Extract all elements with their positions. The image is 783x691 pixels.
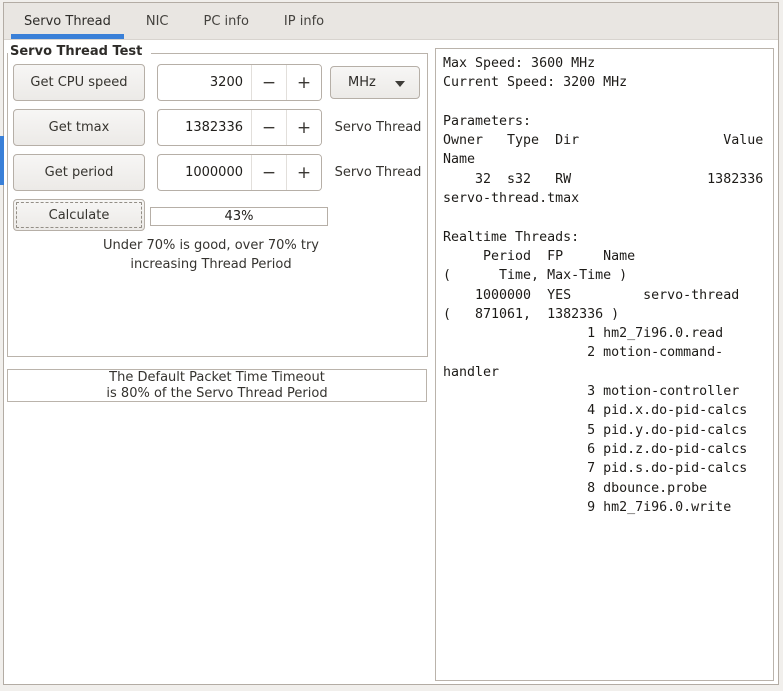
notebook: Servo Thread NIC PC info IP info Servo T…	[3, 2, 779, 685]
cpu-speed-decrement-button[interactable]: −	[251, 65, 286, 100]
cpu-speed-spinbox: 3200 − +	[157, 64, 322, 101]
output-line: 7 pid.s.do-pid-calcs	[443, 461, 748, 477]
load-hint-text: Under 70% is good, over 70% try increasi…	[7, 236, 415, 274]
speed-unit-value: MHz	[348, 75, 376, 90]
output-line: 9 hm2_7i96.0.write	[443, 499, 732, 515]
load-percent-value: 43%	[224, 209, 254, 224]
output-line: Name	[443, 152, 476, 168]
get-period-button-label: Get period	[44, 165, 114, 180]
load-percent-field: 43%	[150, 207, 328, 226]
minus-icon: −	[261, 72, 277, 93]
get-tmax-button[interactable]: Get tmax	[13, 109, 145, 146]
period-input[interactable]: 1000000	[158, 155, 251, 190]
tab-pc-info[interactable]: PC info	[190, 3, 261, 39]
tmax-thread-label: Servo Thread	[334, 120, 422, 135]
packet-timeout-line2: is 80% of the Servo Thread Period	[106, 385, 328, 401]
cpu-speed-input[interactable]: 3200	[158, 65, 251, 100]
tab-ip-info[interactable]: IP info	[271, 3, 337, 39]
output-line: Max Speed: 3600 MHz	[443, 56, 596, 71]
packet-timeout-frame: The Default Packet Time Timeout is 80% o…	[7, 369, 427, 402]
plus-icon: +	[296, 162, 312, 183]
packet-timeout-line1: The Default Packet Time Timeout	[109, 369, 325, 385]
get-tmax-button-label: Get tmax	[48, 120, 110, 135]
chevron-down-icon	[395, 80, 405, 87]
tab-servo-thread-label: Servo Thread	[24, 13, 111, 29]
plus-icon: +	[296, 117, 312, 138]
load-hint-line1: Under 70% is good, over 70% try	[103, 238, 319, 253]
output-line: Current Speed: 3200 MHz	[443, 75, 628, 91]
output-line: Realtime Threads:	[443, 229, 580, 245]
tab-nic[interactable]: NIC	[133, 3, 182, 39]
output-line: servo-thread.tmax	[443, 191, 580, 207]
period-thread-label: Servo Thread	[334, 165, 422, 180]
output-line: 3 motion-controller	[443, 384, 740, 400]
output-line: Parameters:	[443, 113, 532, 129]
tmax-input[interactable]: 1382336	[158, 110, 251, 145]
tab-servo-thread[interactable]: Servo Thread	[11, 3, 124, 39]
period-spinbox: 1000000 − +	[157, 154, 322, 191]
tmax-increment-button[interactable]: +	[286, 110, 321, 145]
output-line: ( Time, Max-Time )	[443, 268, 628, 284]
output-line: 1000000 YES servo-thread	[443, 287, 740, 303]
period-increment-button[interactable]: +	[286, 155, 321, 190]
tmax-spinbox: 1382336 − +	[157, 109, 322, 146]
speed-unit-dropdown[interactable]: MHz	[330, 66, 420, 99]
output-line: Owner Type Dir Value	[443, 133, 764, 149]
load-hint-line2: increasing Thread Period	[130, 257, 292, 272]
servo-thread-page: Servo Thread Test Get CPU speed 3200 − +…	[4, 40, 778, 684]
tab-ip-info-label: IP info	[283, 13, 325, 29]
tmax-decrement-button[interactable]: −	[251, 110, 286, 145]
output-line: Period FP Name	[443, 248, 636, 264]
output-line: 32 s32 RW 1382336	[443, 171, 764, 187]
output-line: 8 dbounce.probe	[443, 480, 708, 496]
get-period-button[interactable]: Get period	[13, 154, 145, 191]
minus-icon: −	[261, 117, 277, 138]
output-line: handler	[443, 364, 500, 380]
calculate-button[interactable]: Calculate	[13, 199, 145, 231]
output-line: 2 motion-command-	[443, 345, 724, 361]
cpu-speed-increment-button[interactable]: +	[286, 65, 321, 100]
output-line: 5 pid.y.do-pid-calcs	[443, 422, 748, 438]
output-line: 1 hm2_7i96.0.read	[443, 326, 724, 342]
output-line: ( 871061, 1382336 )	[443, 306, 620, 322]
tab-nic-label: NIC	[145, 13, 169, 29]
output-line: 6 pid.z.do-pid-calcs	[443, 441, 748, 457]
app-window: Servo Thread NIC PC info IP info Servo T…	[0, 0, 783, 691]
period-decrement-button[interactable]: −	[251, 155, 286, 190]
plus-icon: +	[296, 72, 312, 93]
calculate-button-label: Calculate	[48, 207, 110, 223]
get-cpu-speed-button-label: Get CPU speed	[30, 75, 128, 90]
output-line: 4 pid.x.do-pid-calcs	[443, 403, 748, 419]
hal-output-textview[interactable]: Max Speed: 3600 MHz Current Speed: 3200 M…	[435, 48, 774, 681]
get-cpu-speed-button[interactable]: Get CPU speed	[13, 64, 145, 101]
minus-icon: −	[261, 162, 277, 183]
tab-pc-info-label: PC info	[203, 13, 249, 29]
left-edge-scrollbar-indicator[interactable]	[0, 136, 4, 185]
tab-bar: Servo Thread NIC PC info IP info	[4, 3, 778, 40]
